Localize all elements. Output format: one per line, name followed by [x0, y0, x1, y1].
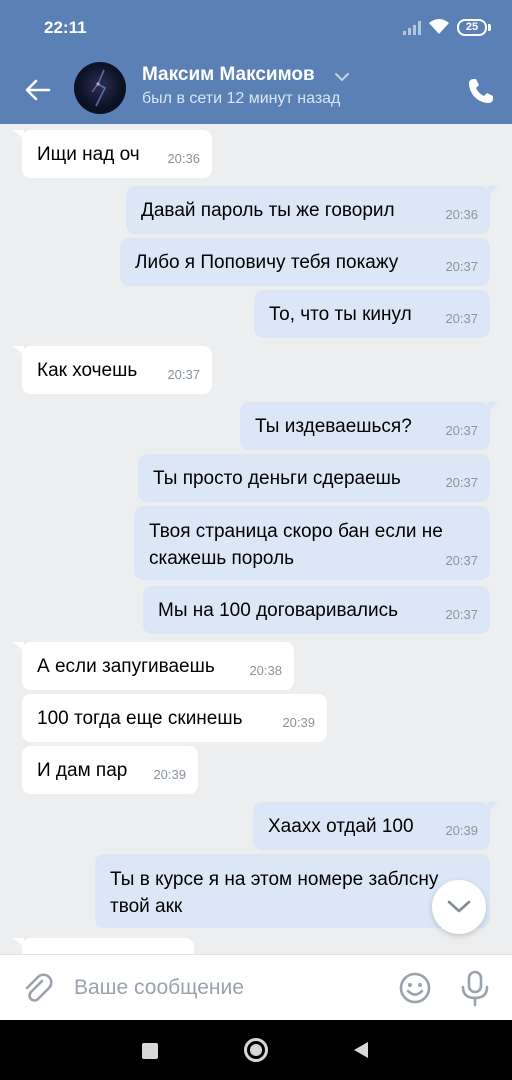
bubble-tail — [488, 402, 500, 416]
message-time: 20:39 — [282, 715, 315, 730]
message-bubble-incoming[interactable]: А если запугиваешь 20:38 — [22, 642, 294, 690]
chevron-down-icon — [447, 900, 471, 913]
phone-icon[interactable] — [464, 74, 498, 108]
bubble-tail — [12, 346, 24, 360]
message-list[interactable]: Ищи над оч 20:36 Давай пароль ты же гово… — [0, 124, 512, 954]
status-bar: 22:11 25 — [0, 0, 512, 52]
signal-icon — [403, 21, 421, 35]
message-text: Давай пароль ты же говорил — [141, 200, 395, 221]
message-time: 20:37 — [445, 607, 478, 622]
message-bubble-outgoing[interactable]: Давай пароль ты же говорил 20:36 — [126, 186, 490, 234]
bubble-tail — [12, 642, 24, 656]
message-time: 20:37 — [445, 259, 478, 274]
bubble-tail — [12, 130, 24, 144]
message-time: 20:36 — [445, 207, 478, 222]
nav-home-icon[interactable] — [244, 1038, 268, 1062]
message-bubble-outgoing[interactable]: Ты в курсе я на этом номере заблсну твой… — [95, 854, 490, 928]
message-time: 20:36 — [167, 151, 200, 166]
message-text: Ты просто деньги сдераешь — [153, 468, 401, 489]
message-text-line-2: скажешь пороль — [149, 548, 295, 569]
smiley-icon[interactable] — [398, 971, 432, 1005]
message-time: 20:37 — [445, 423, 478, 438]
chat-header: 22:11 25 Максим Максимов был в сети 12 м… — [0, 0, 512, 124]
wifi-icon — [429, 19, 449, 34]
message-time: 20:37 — [445, 311, 478, 326]
avatar-image — [91, 69, 107, 107]
message-text-line-2: твой акк — [110, 896, 183, 917]
back-arrow-icon — [25, 79, 51, 101]
message-bubble-incoming[interactable]: 100 тогда еще скинешь 20:39 — [22, 694, 327, 742]
message-text: Ищи над оч — [37, 144, 140, 165]
message-bubble-outgoing[interactable]: Мы на 100 договаривались 20:37 — [143, 586, 490, 634]
message-bubble-outgoing[interactable]: Либо я Поповичу тебя покажу 20:37 — [120, 238, 490, 286]
microphone-icon[interactable] — [458, 969, 492, 1007]
message-bubble-incoming[interactable]: Ищи над оч 20:36 — [22, 130, 212, 178]
message-time: 20:38 — [249, 663, 282, 678]
message-bubble-outgoing[interactable]: Хааxх отдай 100 20:39 — [253, 802, 490, 850]
scroll-to-bottom-button[interactable] — [432, 880, 486, 934]
contact-status: был в сети 12 минут назад — [142, 90, 341, 107]
message-bubble-outgoing[interactable]: Ты издеваешься? 20:37 — [240, 402, 490, 450]
message-text: А если запугиваешь — [37, 656, 215, 677]
message-time: 20:37 — [445, 475, 478, 490]
message-text-line-1: Твоя страница скоро бан если не — [149, 521, 443, 542]
battery-icon: 25 — [457, 19, 491, 36]
message-bubble-incoming[interactable] — [22, 938, 194, 954]
back-button[interactable] — [18, 70, 58, 110]
message-text: Мы на 100 договаривались — [158, 600, 398, 621]
message-time: 20:37 — [445, 553, 478, 568]
status-time: 22:11 — [44, 18, 87, 37]
bubble-tail — [488, 802, 500, 816]
nav-recents-icon[interactable] — [142, 1043, 158, 1059]
message-bubble-incoming[interactable]: И дам пар 20:39 — [22, 746, 198, 794]
paperclip-icon[interactable] — [20, 971, 54, 1005]
message-bubble-outgoing[interactable]: Твоя страница скоро бан если не скажешь … — [134, 506, 490, 580]
message-time: 20:39 — [153, 767, 186, 782]
message-text: Хааxх отдай 100 — [268, 816, 414, 837]
nav-back-icon[interactable] — [352, 1041, 370, 1059]
message-bubble-incoming[interactable]: Как хочешь 20:37 — [22, 346, 212, 394]
message-text: И дам пар — [37, 760, 128, 781]
message-text: Ты издеваешься? — [255, 416, 412, 437]
message-bubble-outgoing[interactable]: То, что ты кинул 20:37 — [254, 290, 490, 338]
battery-level: 25 — [465, 21, 479, 33]
message-input[interactable] — [74, 973, 384, 1003]
message-composer — [0, 954, 512, 1020]
bubble-tail — [488, 186, 500, 200]
message-text: Либо я Поповичу тебя покажу — [135, 252, 399, 273]
message-time: 20:39 — [445, 823, 478, 838]
bubble-tail — [12, 938, 24, 952]
message-bubble-outgoing[interactable]: Ты просто деньги сдераешь 20:37 — [138, 454, 490, 502]
contact-name[interactable]: Максим Максимов — [142, 64, 315, 86]
message-text: 100 тогда еще скинешь — [37, 708, 243, 729]
message-text: То, что ты кинул — [269, 304, 412, 325]
chevron-down-icon[interactable] — [334, 70, 350, 84]
message-time: 20:37 — [167, 367, 200, 382]
message-text: Как хочешь — [37, 360, 138, 381]
avatar[interactable] — [74, 62, 126, 114]
message-text-line-1: Ты в курсе я на этом номере заблсну — [110, 869, 439, 890]
